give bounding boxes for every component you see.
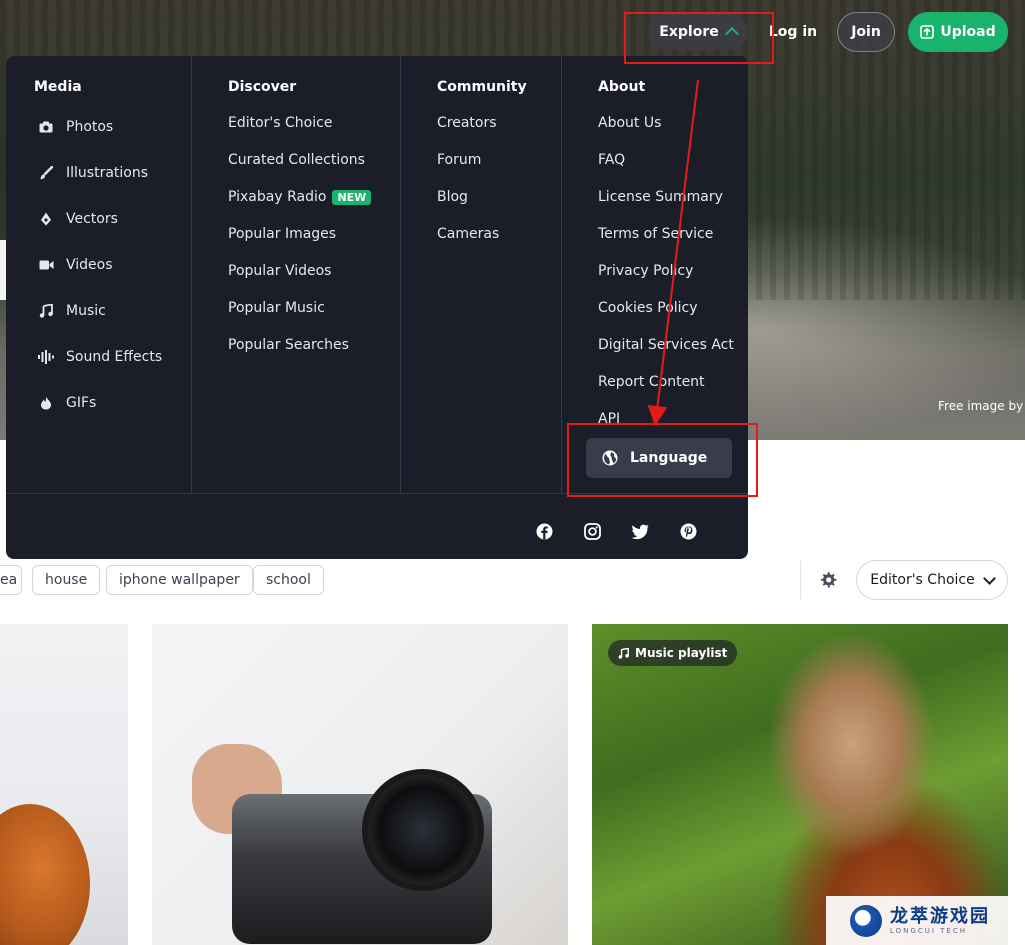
- login-button[interactable]: Log in: [768, 14, 818, 50]
- camera-icon: [38, 119, 54, 135]
- menu-item-gifs[interactable]: GIFs: [38, 395, 96, 411]
- community-heading: Community: [437, 79, 527, 95]
- menu-item-vectors[interactable]: Vectors: [38, 211, 118, 227]
- discover-heading: Discover: [228, 79, 297, 95]
- watermark-name: 龙萃游戏园: [890, 905, 990, 927]
- toolbar-divider: [800, 561, 801, 599]
- annotation-highlight-language: [567, 423, 758, 497]
- about-heading: About: [598, 79, 646, 95]
- annotation-highlight-explore: [624, 12, 774, 64]
- sound-wave-icon: [38, 349, 54, 365]
- site-watermark: 龙萃游戏园 LONGCUI TECH: [826, 896, 1025, 945]
- column-divider: [191, 56, 192, 493]
- pinterest-icon[interactable]: [679, 522, 697, 540]
- menu-item-popular-images[interactable]: Popular Images: [228, 226, 336, 242]
- sort-label: Editor's Choice: [870, 572, 975, 588]
- chevron-down-icon: [982, 571, 996, 585]
- upload-button[interactable]: Upload: [908, 12, 1008, 52]
- image-card[interactable]: [152, 624, 568, 945]
- vector-pen-icon: [38, 211, 54, 227]
- column-divider: [561, 56, 562, 493]
- tag-chip[interactable]: ea: [0, 565, 22, 595]
- media-heading: Media: [34, 79, 82, 95]
- flame-icon: [38, 395, 54, 411]
- menu-item-cookies-policy[interactable]: Cookies Policy: [598, 300, 698, 316]
- watermark-logo-icon: [850, 904, 882, 937]
- menu-item-popular-music[interactable]: Popular Music: [228, 300, 325, 316]
- tag-chip[interactable]: school: [253, 565, 324, 595]
- menu-item-faq[interactable]: FAQ: [598, 152, 625, 168]
- instagram-icon[interactable]: [583, 522, 601, 540]
- menu-item-pixabay-radio[interactable]: Pixabay Radio NEW: [228, 189, 372, 205]
- menu-item-illustrations[interactable]: Illustrations: [38, 165, 148, 181]
- upload-label: Upload: [940, 24, 996, 40]
- gear-icon[interactable]: [818, 570, 838, 590]
- column-divider: [400, 56, 401, 493]
- menu-item-privacy-policy[interactable]: Privacy Policy: [598, 263, 693, 279]
- menu-item-videos[interactable]: Videos: [38, 257, 113, 273]
- music-note-icon: [38, 303, 54, 319]
- menu-item-about-us[interactable]: About Us: [598, 115, 661, 131]
- watermark-subtitle: LONGCUI TECH: [890, 926, 967, 935]
- menu-item-editors-choice[interactable]: Editor's Choice: [228, 115, 332, 131]
- menu-item-curated-collections[interactable]: Curated Collections: [228, 152, 365, 168]
- facebook-icon[interactable]: [535, 522, 553, 540]
- menu-item-forum[interactable]: Forum: [437, 152, 481, 168]
- sort-dropdown[interactable]: Editor's Choice: [856, 560, 1008, 600]
- image-card[interactable]: [0, 624, 128, 945]
- menu-item-cameras[interactable]: Cameras: [437, 226, 499, 242]
- menu-item-digital-services-act[interactable]: Digital Services Act: [598, 337, 734, 353]
- upload-icon: [920, 25, 935, 39]
- menu-item-sound-effects[interactable]: Sound Effects: [38, 349, 162, 365]
- menu-item-blog[interactable]: Blog: [437, 189, 468, 205]
- hero-credit[interactable]: Free image by j: [938, 399, 1025, 413]
- menu-item-terms-of-service[interactable]: Terms of Service: [598, 226, 713, 242]
- lens-photo-shape: [362, 769, 484, 891]
- tag-chip[interactable]: house: [32, 565, 101, 595]
- new-badge: NEW: [332, 189, 372, 205]
- menu-item-license-summary[interactable]: License Summary: [598, 189, 723, 205]
- join-button[interactable]: Join: [837, 12, 895, 52]
- menu-item-report-content[interactable]: Report Content: [598, 374, 705, 390]
- menu-item-popular-searches[interactable]: Popular Searches: [228, 337, 349, 353]
- menu-item-photos[interactable]: Photos: [38, 119, 113, 135]
- brush-icon: [38, 165, 54, 181]
- video-camera-icon: [38, 257, 54, 273]
- menu-item-music[interactable]: Music: [38, 303, 106, 319]
- menu-item-creators[interactable]: Creators: [437, 115, 497, 131]
- twitter-icon[interactable]: [631, 522, 649, 540]
- menu-item-popular-videos[interactable]: Popular Videos: [228, 263, 331, 279]
- tag-chip[interactable]: iphone wallpaper: [106, 565, 253, 595]
- bird-photo-shape: [0, 804, 90, 945]
- music-playlist-badge[interactable]: Music playlist: [608, 640, 738, 666]
- music-note-icon: [618, 647, 629, 659]
